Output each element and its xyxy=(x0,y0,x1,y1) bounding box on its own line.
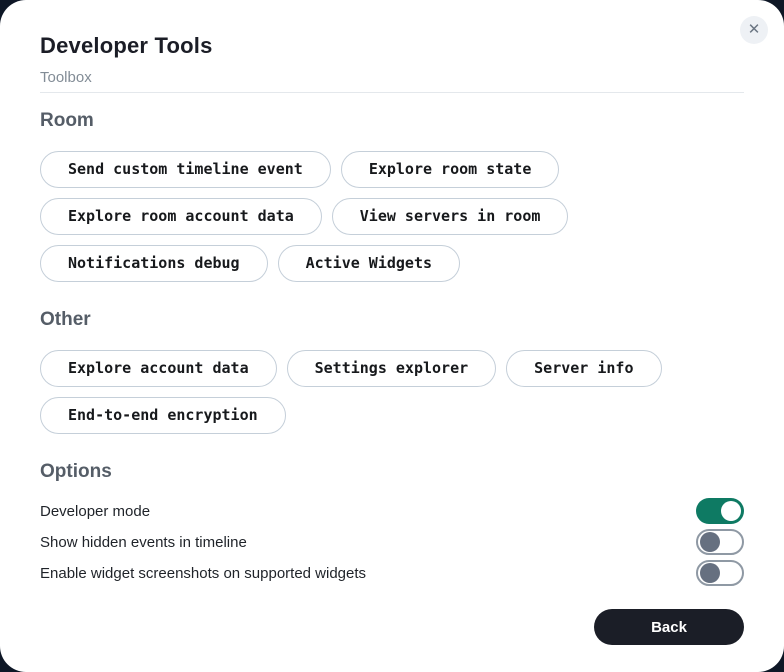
section-heading-other: Other xyxy=(40,308,744,332)
dialog-footer: Back xyxy=(40,609,744,645)
developer-tools-dialog: ✕ Developer Tools Toolbox Room Send cust… xyxy=(0,0,784,672)
close-icon: ✕ xyxy=(748,21,761,38)
server-info-button[interactable]: Server info xyxy=(506,350,661,387)
notifications-debug-button[interactable]: Notifications debug xyxy=(40,245,268,282)
breadcrumb-toolbox: Toolbox xyxy=(40,69,744,87)
view-servers-in-room-button[interactable]: View servers in room xyxy=(332,198,569,235)
toggle-knob xyxy=(700,532,720,552)
room-button-group: Send custom timeline event Explore room … xyxy=(40,151,744,282)
developer-mode-toggle[interactable] xyxy=(696,498,744,524)
option-row-developer-mode: Developer mode xyxy=(40,498,744,524)
widget-screenshots-label: Enable widget screenshots on supported w… xyxy=(40,565,366,582)
widget-screenshots-toggle[interactable] xyxy=(696,560,744,586)
toggle-knob xyxy=(700,563,720,583)
dialog-title: Developer Tools xyxy=(40,33,744,59)
explore-account-data-button[interactable]: Explore account data xyxy=(40,350,277,387)
close-button[interactable]: ✕ xyxy=(740,16,768,44)
option-row-show-hidden-events: Show hidden events in timeline xyxy=(40,529,744,555)
developer-mode-label: Developer mode xyxy=(40,503,150,520)
show-hidden-events-toggle[interactable] xyxy=(696,529,744,555)
explore-room-state-button[interactable]: Explore room state xyxy=(341,151,560,188)
send-custom-timeline-event-button[interactable]: Send custom timeline event xyxy=(40,151,331,188)
divider xyxy=(40,92,744,93)
options-list: Developer mode Show hidden events in tim… xyxy=(40,498,744,591)
toggle-knob xyxy=(721,501,741,521)
end-to-end-encryption-button[interactable]: End-to-end encryption xyxy=(40,397,286,434)
other-button-group: Explore account data Settings explorer S… xyxy=(40,350,744,434)
show-hidden-events-label: Show hidden events in timeline xyxy=(40,534,247,551)
active-widgets-button[interactable]: Active Widgets xyxy=(278,245,460,282)
explore-room-account-data-button[interactable]: Explore room account data xyxy=(40,198,322,235)
option-row-widget-screenshots: Enable widget screenshots on supported w… xyxy=(40,560,744,586)
section-heading-room: Room xyxy=(40,109,744,133)
settings-explorer-button[interactable]: Settings explorer xyxy=(287,350,497,387)
section-heading-options: Options xyxy=(40,460,744,484)
back-button[interactable]: Back xyxy=(594,609,744,645)
